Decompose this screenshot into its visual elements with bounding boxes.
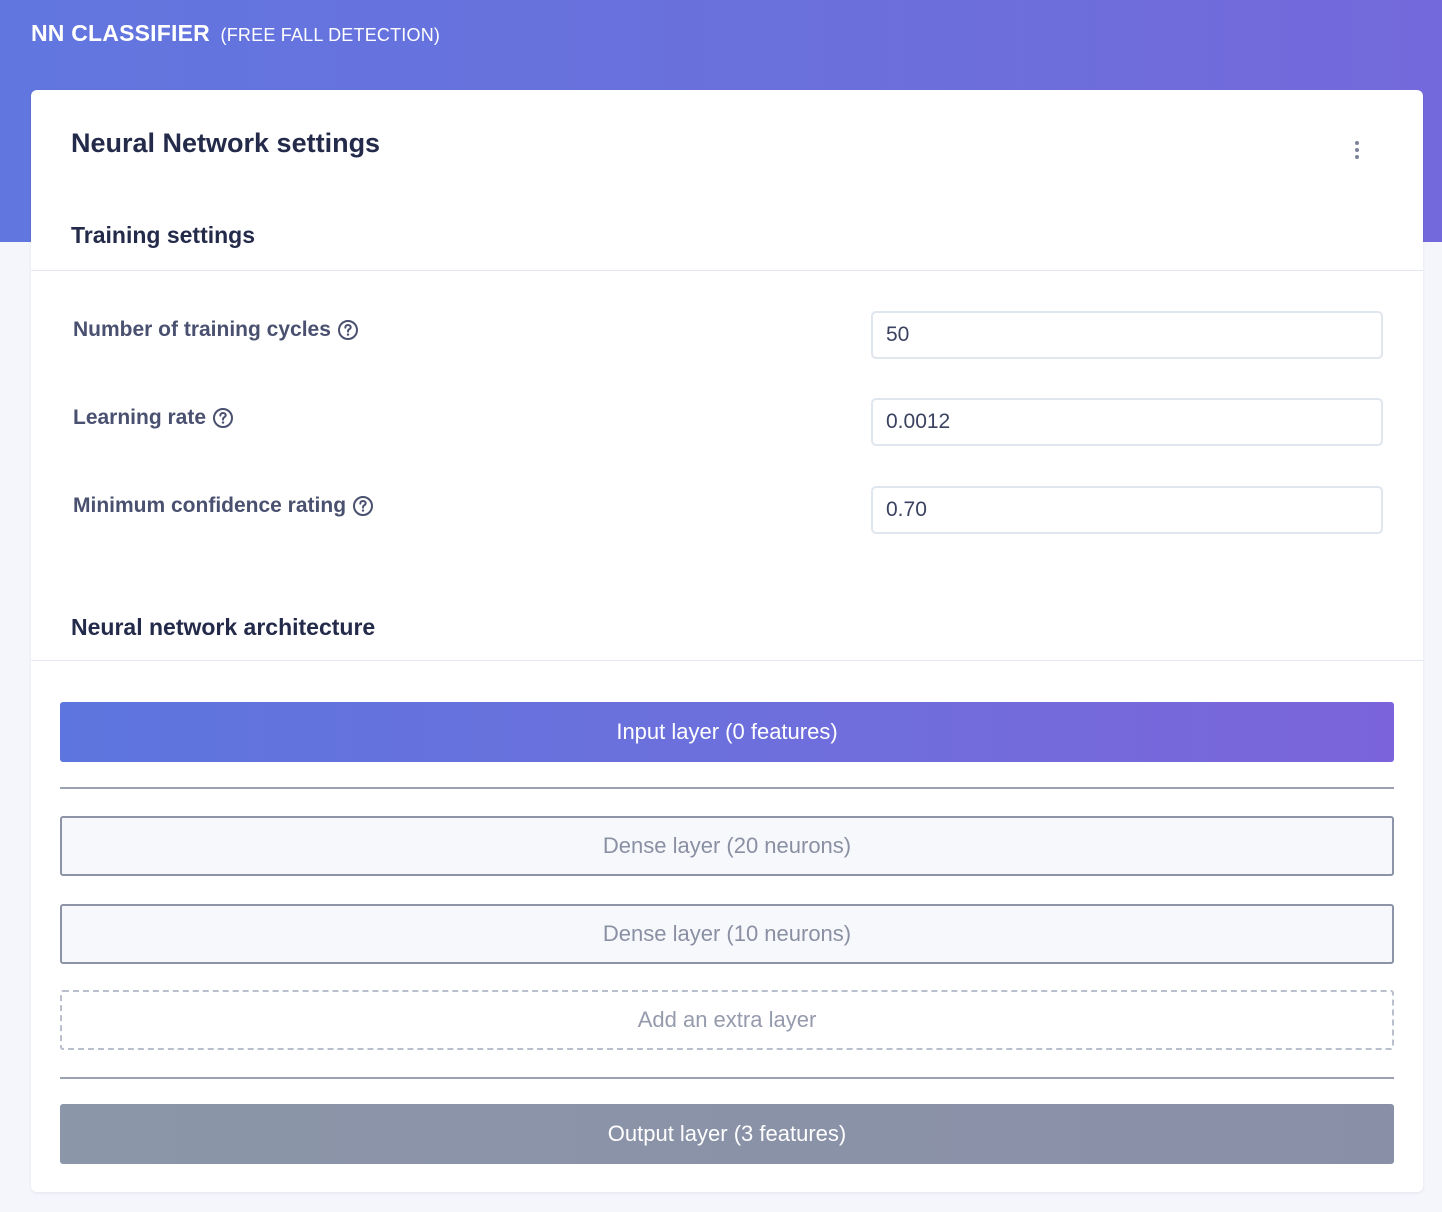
dense-layer-2[interactable]: Dense layer (10 neurons)	[60, 904, 1394, 964]
input-layer-button[interactable]: Input layer (0 features)	[60, 702, 1394, 762]
output-layer-button[interactable]: Output layer (3 features)	[60, 1104, 1394, 1164]
layer-separator	[60, 787, 1394, 789]
section-divider	[31, 270, 1423, 271]
more-vertical-icon[interactable]	[1343, 136, 1371, 164]
nn-settings-card: Neural Network settings Training setting…	[31, 90, 1423, 1192]
learning-rate-label-text: Learning rate	[73, 406, 207, 429]
min-confidence-label: Minimum confidence rating	[73, 494, 374, 518]
learning-rate-input[interactable]	[871, 398, 1383, 446]
app-title: NN CLASSIFIER (FREE FALL DETECTION)	[31, 20, 440, 47]
min-confidence-input[interactable]	[871, 486, 1383, 534]
app-title-text: NN CLASSIFIER	[31, 20, 210, 46]
help-circle-icon[interactable]	[212, 407, 234, 429]
section-divider	[31, 660, 1423, 661]
card-title: Neural Network settings	[71, 128, 381, 158]
add-layer-button[interactable]: Add an extra layer	[60, 990, 1394, 1050]
learning-rate-label: Learning rate	[73, 406, 234, 430]
min-confidence-label-text: Minimum confidence rating	[73, 494, 347, 517]
training-cycles-input[interactable]	[871, 311, 1383, 359]
training-cycles-label: Number of training cycles	[73, 318, 359, 342]
architecture-title: Neural network architecture	[71, 614, 376, 640]
dense-layer-1[interactable]: Dense layer (20 neurons)	[60, 816, 1394, 876]
help-circle-icon[interactable]	[337, 319, 359, 341]
training-cycles-label-text: Number of training cycles	[73, 318, 331, 341]
app-subtitle: (FREE FALL DETECTION)	[220, 25, 441, 45]
layer-separator	[60, 1077, 1394, 1079]
help-circle-icon[interactable]	[352, 495, 374, 517]
training-settings-title: Training settings	[71, 222, 256, 248]
